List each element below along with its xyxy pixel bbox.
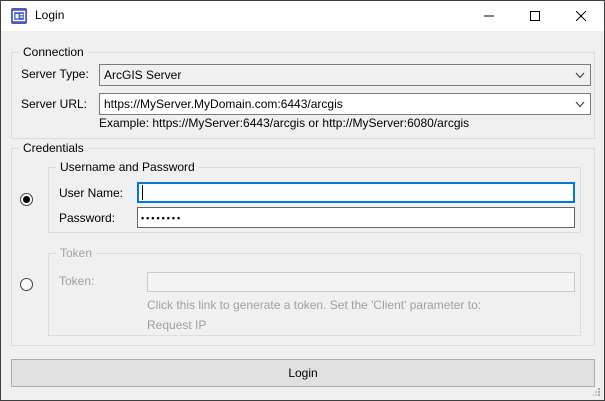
resize-grip[interactable]	[591, 387, 601, 397]
server-type-value: ArcGIS Server	[104, 68, 181, 82]
password-input[interactable]	[137, 207, 575, 228]
maximize-button[interactable]	[512, 1, 558, 31]
login-dialog: Login Connection Server Type: ArcGIS Ser…	[0, 0, 605, 401]
dialog-body: Connection Server Type: ArcGIS Server Se…	[1, 31, 604, 400]
username-input[interactable]	[137, 182, 575, 203]
titlebar[interactable]: Login	[1, 1, 604, 31]
chevron-down-icon	[575, 72, 585, 79]
close-button[interactable]	[558, 1, 604, 31]
app-icon	[11, 8, 27, 24]
window-title: Login	[35, 8, 64, 22]
minimize-button[interactable]	[466, 1, 512, 31]
token-hint-text: Click this link to generate a token. Set…	[147, 298, 481, 312]
token-group: Token	[48, 253, 581, 336]
maximize-icon	[530, 11, 540, 21]
token-radio[interactable]	[20, 278, 33, 291]
token-request-ip-link: Request IP	[147, 318, 206, 332]
minimize-icon	[484, 11, 494, 21]
login-button[interactable]: Login	[11, 359, 595, 387]
token-input	[147, 272, 575, 292]
username-password-radio[interactable]	[20, 193, 33, 206]
text-caret	[142, 185, 143, 200]
server-url-label: Server URL:	[21, 97, 87, 111]
token-label: Token:	[59, 274, 94, 288]
token-group-label: Token	[56, 246, 96, 260]
server-type-label: Server Type:	[21, 67, 89, 81]
connection-group-label: Connection	[19, 45, 88, 59]
username-password-group-label: Username and Password	[56, 160, 199, 174]
server-url-example: Example: https://MyServer:6443/arcgis or…	[99, 116, 469, 130]
server-type-dropdown[interactable]: ArcGIS Server	[99, 64, 591, 86]
password-label: Password:	[59, 211, 115, 225]
close-icon	[576, 11, 586, 21]
chevron-down-icon	[575, 101, 585, 108]
credentials-group-label: Credentials	[19, 141, 88, 155]
server-url-combobox[interactable]: https://MyServer.MyDomain.com:6443/arcgi…	[99, 93, 591, 115]
username-label: User Name:	[59, 186, 123, 200]
server-url-value: https://MyServer.MyDomain.com:6443/arcgi…	[104, 97, 343, 111]
